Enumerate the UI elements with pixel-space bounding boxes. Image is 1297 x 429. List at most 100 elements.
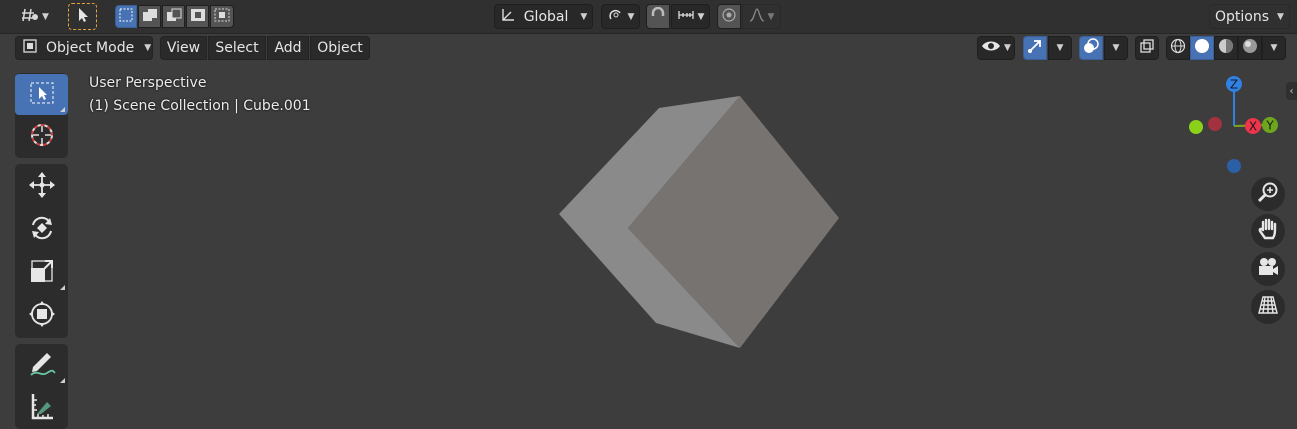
viewport-header: ▼ Global ▼ ▼ ▼ ▼ Options ▼	[0, 0, 1297, 34]
select-box-tool[interactable]	[15, 74, 68, 115]
mode-label: Object Mode	[46, 40, 135, 56]
overlays-icon	[1083, 38, 1099, 58]
menu-select[interactable]: Select	[208, 36, 266, 60]
material-sphere-icon	[1218, 38, 1234, 58]
gizmo-toggle[interactable]	[1023, 36, 1047, 60]
orientation-axes-icon	[500, 7, 516, 27]
chevron-down-icon: ▼	[580, 11, 588, 22]
tool-variants-indicator	[60, 285, 65, 290]
chevron-down-icon: ▼	[144, 43, 152, 53]
zoom-icon	[1257, 181, 1279, 207]
3d-viewport[interactable]: User Perspective (1) Scene Collection | …	[0, 34, 1297, 429]
zoom-button[interactable]	[1251, 177, 1285, 211]
move-icon	[28, 171, 56, 203]
ruler-icon	[29, 392, 55, 424]
chevron-down-icon: ▼	[42, 11, 49, 22]
chevron-down-icon: ▼	[767, 11, 775, 22]
solid-sphere-icon	[1194, 38, 1210, 58]
scale-tool[interactable]	[15, 252, 68, 293]
cursor-tool[interactable]	[15, 116, 68, 157]
transform-tool[interactable]	[15, 295, 68, 336]
collection-info-label: (1) Scene Collection | Cube.001	[89, 98, 311, 114]
cursor-select-icon	[76, 7, 90, 27]
select-tool-header-button[interactable]	[68, 3, 97, 30]
proportional-editing-toggle[interactable]	[717, 4, 741, 29]
select-mode-intersect-button[interactable]	[210, 5, 234, 28]
select-mode-invert-button[interactable]	[186, 5, 209, 28]
tool-variants-indicator	[60, 107, 65, 112]
xray-toggle[interactable]	[1135, 36, 1159, 60]
pan-button[interactable]	[1251, 214, 1285, 248]
menu-view[interactable]: View	[160, 36, 207, 60]
overlays-dropdown[interactable]: ▼	[1104, 36, 1128, 60]
selection-intersect-icon	[214, 8, 230, 26]
snap-increment-icon	[677, 8, 695, 26]
transform-orientation-label: Global	[523, 8, 569, 25]
hand-pan-icon	[1257, 217, 1279, 245]
chevron-down-icon: ▼	[1270, 43, 1278, 53]
falloff-curve-icon	[749, 7, 765, 26]
transform-orientation-dropdown[interactable]: Global ▼	[494, 4, 593, 29]
menu-object[interactable]: Object	[310, 36, 370, 60]
select-mode-new-button[interactable]	[115, 5, 137, 28]
selection-extend-icon	[142, 8, 158, 26]
editor-type-icon	[21, 7, 39, 27]
snap-toggle[interactable]	[646, 4, 670, 29]
chevron-down-icon: ▼	[1056, 43, 1064, 53]
chevron-down-icon: ▼	[1004, 43, 1011, 53]
gizmo-neg-y-ball[interactable]	[1189, 120, 1203, 134]
navigation-gizmo[interactable]: Y X Z	[1180, 74, 1280, 184]
options-dropdown[interactable]: Options ▼	[1209, 4, 1290, 29]
transform-icon	[28, 300, 56, 332]
annotate-tool[interactable]	[15, 345, 68, 386]
selection-invert-icon	[190, 8, 206, 26]
object-mode-icon	[22, 38, 38, 58]
gizmo-neg-z-ball[interactable]	[1227, 159, 1241, 173]
perspective-toggle-button[interactable]	[1251, 290, 1285, 324]
xray-icon	[1139, 38, 1155, 58]
tool-variants-indicator	[60, 378, 65, 383]
gizmo-neg-x-ball[interactable]	[1208, 117, 1222, 131]
gizmo-z-label: Z	[1230, 78, 1238, 92]
camera-view-button[interactable]	[1251, 252, 1285, 286]
pivot-point-icon	[607, 7, 625, 27]
menu-add[interactable]: Add	[267, 36, 309, 60]
pivot-point-dropdown[interactable]: ▼	[601, 4, 640, 29]
mode-dropdown[interactable]: Object Mode ▼	[15, 36, 153, 60]
chevron-down-icon: ▼	[1277, 11, 1284, 22]
shading-wireframe-button[interactable]	[1166, 36, 1190, 60]
chevron-left-icon: ‹	[1289, 85, 1294, 97]
scale-icon	[29, 258, 55, 288]
magnet-icon	[650, 6, 666, 27]
gizmo-x-label: X	[1249, 120, 1257, 134]
select-mode-extend-button[interactable]	[138, 5, 161, 28]
proportional-falloff-dropdown[interactable]: ▼	[742, 4, 781, 29]
chevron-down-icon: ▼	[1112, 43, 1120, 53]
view-name-label: User Perspective	[89, 75, 207, 91]
shading-solid-button[interactable]	[1190, 36, 1214, 60]
proportional-editing-icon	[721, 7, 737, 27]
sidebar-toggle[interactable]: ‹	[1286, 82, 1297, 100]
overlays-toggle[interactable]	[1079, 36, 1103, 60]
camera-icon	[1256, 256, 1280, 282]
select-mode-subtract-button[interactable]	[162, 5, 185, 28]
annotate-pencil-icon	[27, 351, 57, 381]
shading-rendered-button[interactable]	[1238, 36, 1262, 60]
rendered-sphere-icon	[1242, 38, 1258, 58]
rotate-tool[interactable]	[15, 209, 68, 250]
visibility-dropdown[interactable]: ▼	[977, 36, 1015, 60]
wireframe-sphere-icon	[1170, 38, 1186, 58]
cube-object[interactable]	[0, 34, 1297, 429]
gizmo-dropdown[interactable]: ▼	[1048, 36, 1072, 60]
move-tool[interactable]	[15, 166, 68, 207]
snap-target-dropdown[interactable]: ▼	[671, 4, 710, 29]
shading-material-button[interactable]	[1214, 36, 1238, 60]
chevron-down-icon: ▼	[697, 11, 705, 22]
selection-subtract-icon	[166, 8, 182, 26]
measure-tool[interactable]	[15, 387, 68, 428]
selection-new-icon	[119, 8, 133, 26]
shading-dropdown[interactable]: ▼	[1262, 36, 1286, 60]
chevron-down-icon: ▼	[627, 11, 635, 22]
options-label: Options	[1215, 8, 1270, 25]
editor-type-button[interactable]: ▼	[15, 4, 55, 29]
